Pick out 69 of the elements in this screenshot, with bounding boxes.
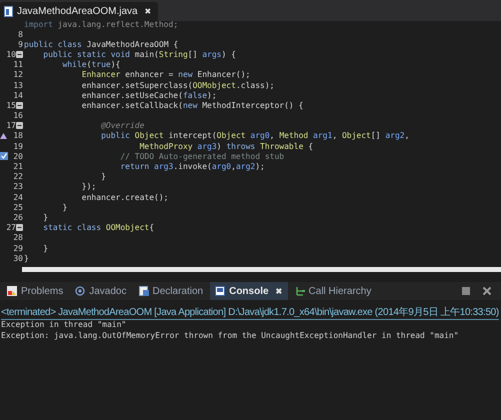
- maximize-icon[interactable]: [461, 286, 471, 296]
- panel-tab[interactable]: Call Hierarchy: [290, 282, 376, 300]
- code-line: }: [62, 202, 68, 212]
- code-line: }: [42, 212, 48, 222]
- line-number: 25: [13, 202, 23, 212]
- line-number: 29: [13, 244, 23, 253]
- line-number: 10: [6, 50, 16, 59]
- code-line: public Object intercept(Object arg0, Method arg1, Object[] arg2,: [100, 131, 410, 140]
- collapse-icon[interactable]: [16, 122, 23, 130]
- panel-tab[interactable]: Declaration: [134, 282, 208, 300]
- collapse-icon[interactable]: [16, 50, 23, 58]
- line-number: 27: [6, 223, 16, 232]
- line-number: 9: [18, 40, 23, 49]
- line-number: 24: [13, 192, 23, 202]
- line-number: 14: [13, 90, 23, 100]
- code-line: }: [100, 172, 106, 182]
- code-line: MethodProxy arg3) throws Throwable {: [138, 142, 314, 151]
- console-output: Exception: java.lang.OutOfMemoryError thrown from the UncaughtExceptionHandler in thread "main": [1, 330, 460, 341]
- code-line: enhancer.setUseCache(false);: [80, 90, 217, 100]
- code-line: }: [42, 244, 48, 253]
- line-number: 15: [6, 100, 16, 110]
- line-number: 30: [13, 254, 23, 263]
- horizontal-scrollbar[interactable]: [22, 267, 501, 272]
- code-line: // TODO Auto-generated method stub: [119, 152, 284, 161]
- code-line: @Override: [100, 121, 144, 130]
- close-icon[interactable]: [482, 286, 492, 296]
- warning-icon: [7, 286, 17, 296]
- line-number: 12: [13, 70, 23, 80]
- line-number: 26: [13, 212, 23, 222]
- line-number: 28: [13, 233, 23, 242]
- code-line: import java.lang.reflect.Method;: [24, 21, 178, 29]
- line-number: 19: [13, 142, 23, 151]
- collapse-icon[interactable]: [16, 224, 23, 232]
- line-number: 8: [18, 30, 23, 39]
- code-line: }: [24, 254, 29, 263]
- code-line: enhancer.create();: [80, 192, 168, 202]
- collapse-icon[interactable]: [16, 102, 23, 109]
- editor-tab[interactable]: JavaMethodAreaOOM.java ✖: [0, 2, 158, 21]
- code-line: static class OOMobject{: [42, 223, 154, 232]
- code-line: return arg3.invoke(arg0,arg2);: [119, 162, 265, 172]
- line-number: 21: [13, 162, 23, 172]
- code-line: });: [80, 182, 96, 192]
- document-icon: [138, 286, 148, 296]
- line-number: 16: [13, 111, 23, 120]
- console-header: <terminated> JavaMethodAreaOOM [Java Application] D:\Java\jdk1.7.0_x64\bin\javaw.exe (2014年9月5日 上午10:33:50): [1, 305, 499, 320]
- line-number: 23: [13, 182, 23, 192]
- task-icon: [0, 152, 8, 160]
- code-line: while(true){: [62, 60, 120, 70]
- hierarchy-icon: [294, 286, 305, 296]
- line-number: 22: [13, 172, 23, 182]
- line-number: 13: [13, 80, 23, 90]
- code-line: Enhancer enhancer = new Enhancer();: [80, 70, 250, 80]
- line-number: 18: [13, 131, 23, 140]
- console-output: Exception in thread "main": [1, 320, 128, 330]
- line-number: 20: [13, 152, 23, 161]
- file-icon: [4, 6, 13, 17]
- panel-tab[interactable]: Problems: [2, 282, 68, 300]
- panel-tab[interactable]: Console ✖: [210, 282, 288, 300]
- triangle-icon: [0, 132, 7, 139]
- code-line: enhancer.setCallback(new MethodInterceptor() {: [80, 100, 304, 110]
- code-line: enhancer.setSuperclass(OOMobject.class);: [80, 80, 274, 90]
- close-icon[interactable]: ✖: [144, 7, 152, 16]
- line-number: 11: [13, 60, 23, 70]
- close-icon[interactable]: ✖: [276, 286, 283, 296]
- code-line: public static void main(String[] args) {: [42, 50, 236, 59]
- panel-tab[interactable]: Javadoc: [70, 282, 132, 300]
- code-line: public class JavaMethodAreaOOM {: [24, 40, 178, 49]
- line-number: 17: [6, 121, 16, 130]
- monitor-icon: [215, 286, 226, 296]
